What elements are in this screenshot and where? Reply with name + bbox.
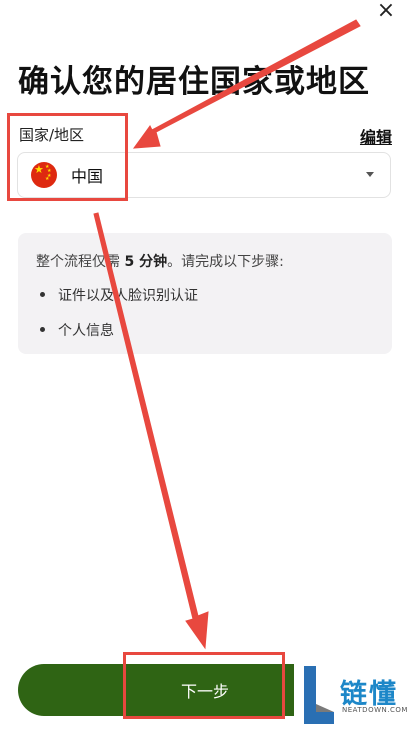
info-text: 整个流程仅需 5 分钟。请完成以下步骤: (36, 251, 374, 271)
step-label: 个人信息 (58, 323, 114, 339)
selected-country: 中国 (71, 167, 104, 186)
info-card: 整个流程仅需 5 分钟。请完成以下步骤: 证件以及人脸识别认证 个人信息 (18, 233, 392, 354)
bullet-icon (40, 292, 45, 297)
info-text-suffix: 。请完成以下步骤: (167, 254, 284, 270)
watermark: 链懂 NEATDOWN.COM (294, 662, 414, 731)
info-text-duration: 5 分钟 (124, 254, 168, 270)
close-icon[interactable]: × (377, 0, 395, 23)
page-title: 确认您的居住国家或地区 (18, 64, 370, 100)
country-select[interactable]: ★ ★ ★ ★ ★ 中国 (17, 152, 391, 198)
annotation-arrows (93, 19, 361, 650)
steps-list: 证件以及人脸识别认证 个人信息 (36, 285, 374, 340)
step-label: 证件以及人脸识别认证 (58, 288, 198, 304)
close-button[interactable]: × (374, 0, 398, 23)
info-text-prefix: 整个流程仅需 (36, 254, 125, 270)
watermark-logo-icon (304, 666, 334, 724)
bullet-icon (40, 327, 45, 332)
china-flag-icon: ★ ★ ★ ★ ★ (31, 162, 57, 188)
country-field-label: 国家/地区 (19, 126, 85, 144)
step-item: 个人信息 (36, 320, 374, 340)
edit-link[interactable]: 编辑 (360, 124, 392, 148)
step-item: 证件以及人脸识别认证 (36, 285, 374, 305)
watermark-subtext: NEATDOWN.COM (342, 706, 408, 714)
chevron-down-icon (366, 172, 374, 177)
